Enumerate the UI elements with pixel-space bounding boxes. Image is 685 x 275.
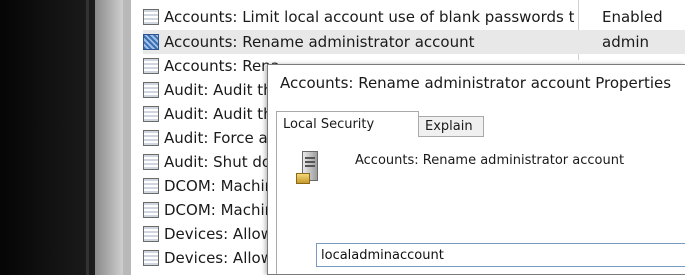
policy-name: Accounts: Limit local account use of bla… bbox=[164, 8, 574, 26]
policy-icon bbox=[143, 154, 159, 170]
window-edge bbox=[95, 0, 123, 275]
policy-row-selected[interactable]: Accounts: Rename administrator account a… bbox=[143, 30, 685, 54]
policy-icon bbox=[143, 106, 159, 122]
tab-explain[interactable]: Explain bbox=[419, 116, 484, 137]
policy-name: Accounts: Rename administrator account bbox=[164, 33, 475, 51]
tab-bar: Local Security Setting Explain bbox=[276, 111, 685, 154]
policy-icon bbox=[143, 178, 159, 194]
policy-icon bbox=[143, 226, 159, 242]
properties-dialog: Accounts: Rename administrator account P… bbox=[267, 64, 685, 275]
policy-icon bbox=[143, 9, 159, 25]
policy-icon bbox=[143, 82, 159, 98]
dialog-title: Accounts: Rename administrator account P… bbox=[280, 74, 672, 92]
policy-value: Enabled bbox=[602, 8, 663, 26]
policy-value: admin bbox=[602, 33, 649, 51]
policy-row[interactable]: Accounts: Limit local account use of bla… bbox=[143, 5, 685, 29]
server-icon bbox=[296, 151, 318, 184]
policy-icon bbox=[143, 250, 159, 266]
account-name-input[interactable] bbox=[316, 243, 685, 267]
policy-icon bbox=[143, 130, 159, 146]
tab-local-security-setting[interactable]: Local Security Setting bbox=[276, 111, 419, 154]
policy-icon bbox=[143, 34, 159, 50]
policy-icon bbox=[143, 202, 159, 218]
background-desktop bbox=[0, 0, 95, 275]
policy-icon bbox=[143, 58, 159, 74]
policy-title: Accounts: Rename administrator account bbox=[355, 153, 625, 168]
